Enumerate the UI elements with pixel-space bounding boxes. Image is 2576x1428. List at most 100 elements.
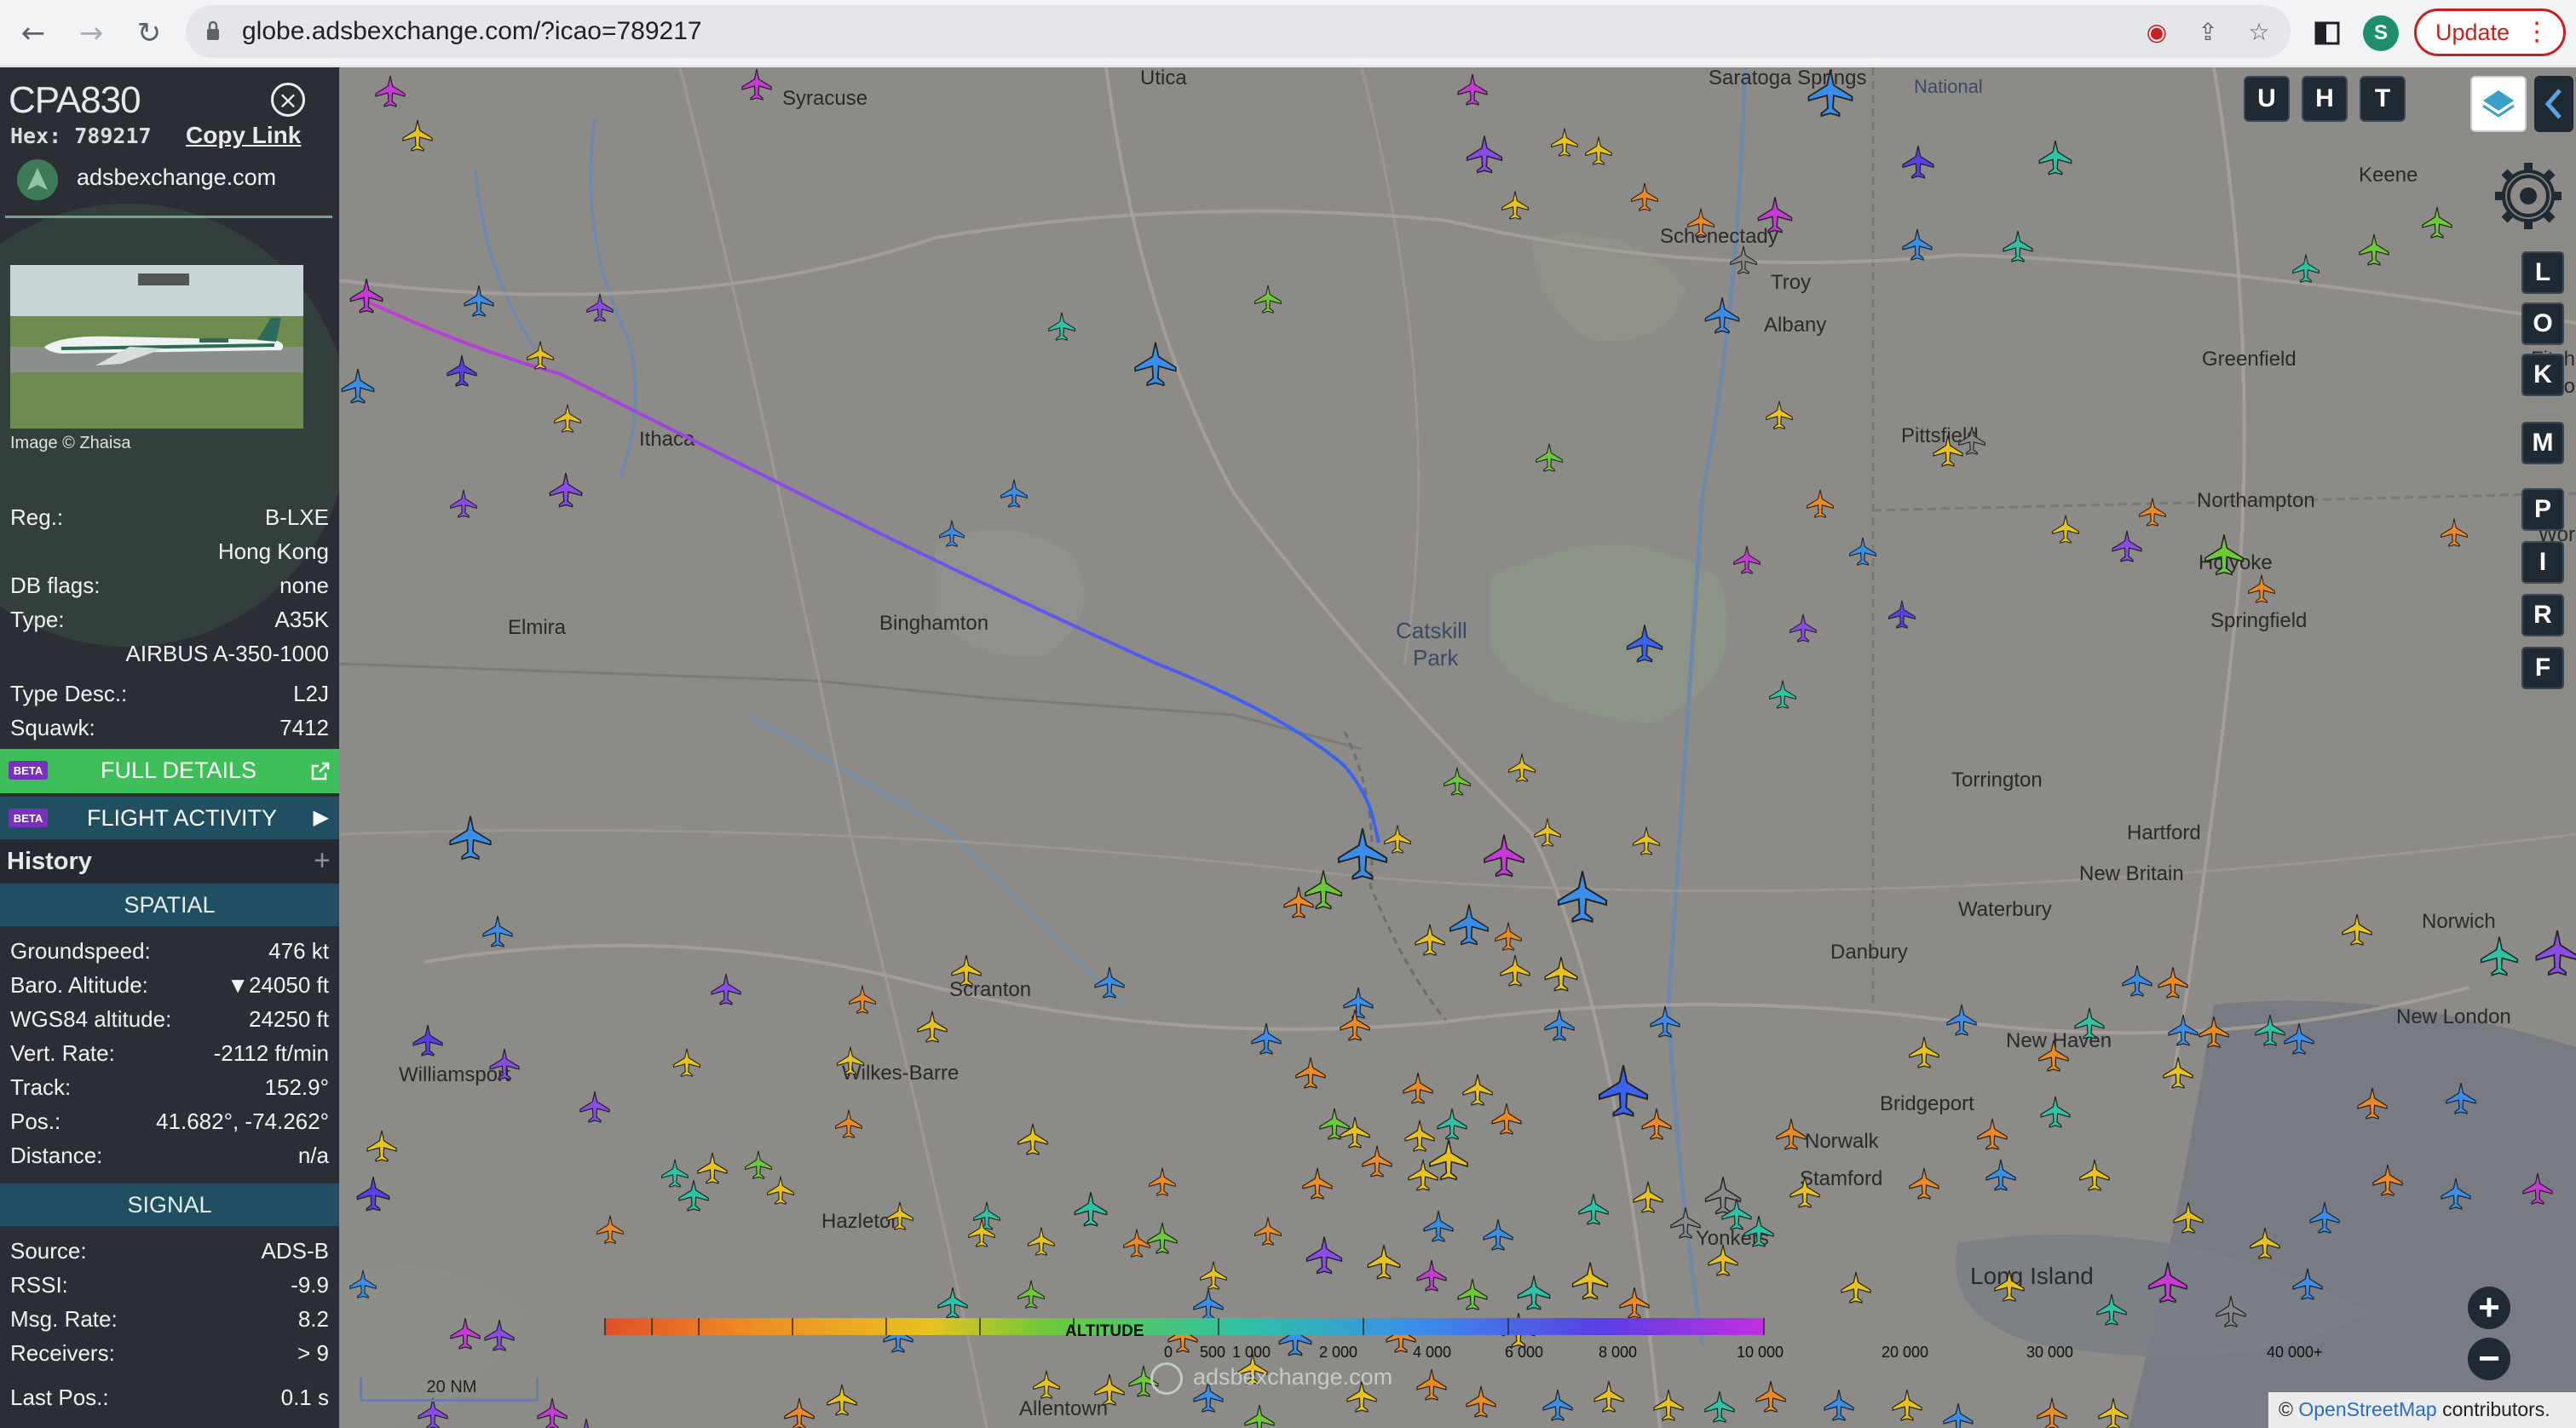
rssi-row: RSSI: -9.9 xyxy=(10,1272,329,1301)
place-label: Bridgeport xyxy=(1880,1092,1974,1115)
altitude-tick: 500 xyxy=(1200,1344,1226,1361)
toggle-u-button[interactable]: U xyxy=(2244,76,2290,122)
zoom-in-button[interactable]: + xyxy=(2468,1287,2510,1329)
profile-avatar[interactable]: S xyxy=(2363,15,2399,51)
place-label: Elmira xyxy=(508,616,567,639)
groundspeed-row: Groundspeed: 476 kt xyxy=(10,938,329,967)
squawk-row: Squawk: 7412 xyxy=(10,715,329,744)
aircraft-info-panel: CPA830 × Hex: 789217 Copy Link adsbexcha… xyxy=(0,67,339,1428)
altitude-tick: 30 000 xyxy=(2026,1344,2074,1361)
altitude-tick: 4 000 xyxy=(1413,1344,1452,1361)
place-label: Greenfield xyxy=(2202,348,2297,371)
wgs84-altitude-value: 24250 ft xyxy=(249,1006,329,1032)
address-bar[interactable]: globe.adsbexchange.com/?icao=789217 ◉ ⇪ … xyxy=(186,5,2291,58)
url-text[interactable]: globe.adsbexchange.com/?icao=789217 xyxy=(242,17,702,46)
receivers-value: > 9 xyxy=(297,1340,329,1366)
close-icon[interactable]: × xyxy=(271,83,305,117)
sidebar-icon[interactable] xyxy=(2306,12,2348,55)
back-arrow-icon[interactable]: ← xyxy=(12,12,55,55)
layers-icon[interactable] xyxy=(2470,76,2527,132)
map-attribution: © OpenStreetMap contributors. xyxy=(2268,1392,2576,1428)
toggle-r-button[interactable]: R xyxy=(2521,594,2564,636)
place-label: Norwich xyxy=(2422,910,2496,933)
settings-gear-icon[interactable] xyxy=(2490,158,2567,234)
toggle-i-button[interactable]: I xyxy=(2521,541,2564,584)
beta-badge: BETA xyxy=(9,761,48,780)
place-label: Pittsfield xyxy=(1901,424,1979,447)
reg-row: Reg.: B-LXE xyxy=(10,504,329,533)
altitude-tick: 2 000 xyxy=(1319,1344,1358,1361)
source-label: Source: xyxy=(10,1238,87,1264)
reg-label: Reg.: xyxy=(10,504,64,530)
vert-rate-row: Vert. Rate: -2112 ft/min xyxy=(10,1040,329,1069)
baro-altitude-row: Baro. Altitude: ▼24050 ft xyxy=(10,972,329,1001)
share-icon[interactable]: ⇪ xyxy=(2192,15,2224,48)
place-label: Allentown xyxy=(1019,1397,1108,1420)
wgs84-altitude-label: WGS84 altitude: xyxy=(10,1006,172,1032)
place-label: Albany xyxy=(1764,314,1826,337)
place-label: Catskill xyxy=(1396,618,1467,643)
place-label: Northampton xyxy=(2197,489,2315,512)
signal-header[interactable]: SIGNAL xyxy=(0,1183,339,1226)
toggle-t-button[interactable]: T xyxy=(2360,76,2406,122)
place-label: Scranton xyxy=(949,978,1031,1001)
site-name[interactable]: adsbexchange.com xyxy=(77,164,276,191)
osm-link[interactable]: OpenStreetMap xyxy=(2298,1398,2436,1420)
altitude-tick: 8 000 xyxy=(1599,1344,1638,1361)
zoom-out-button[interactable]: − xyxy=(2468,1338,2510,1380)
toggle-m-button[interactable]: M xyxy=(2521,422,2564,464)
photo-credit: Image © Zhaisa xyxy=(10,434,131,452)
spatial-header[interactable]: SPATIAL xyxy=(0,884,339,926)
squawk-label: Squawk: xyxy=(10,715,95,740)
place-label: Syracuse xyxy=(782,87,867,110)
update-button[interactable]: Update ⋮ xyxy=(2414,9,2566,56)
position-value: 41.682°, -74.262° xyxy=(156,1108,329,1134)
typedesc-label: Type Desc.: xyxy=(10,681,128,706)
history-expand-icon[interactable]: + xyxy=(314,844,331,878)
attribution-prefix: © xyxy=(2279,1398,2293,1420)
update-label: Update xyxy=(2435,19,2510,45)
typedesc-row: Type Desc.: L2J xyxy=(10,681,329,710)
place-label: Long Island xyxy=(1970,1263,2094,1289)
blocked-cookie-icon[interactable]: ◉ xyxy=(2141,15,2173,48)
full-details-button[interactable]: BETA FULL DETAILS xyxy=(0,749,339,793)
copy-link[interactable]: Copy Link xyxy=(186,122,301,149)
star-icon[interactable]: ☆ xyxy=(2243,15,2275,48)
distance-value: n/a xyxy=(297,1143,329,1168)
history-header[interactable]: History + xyxy=(0,839,339,884)
toggle-f-button[interactable]: F xyxy=(2521,647,2564,689)
position-label: Pos.: xyxy=(10,1108,61,1134)
place-label: Park xyxy=(1413,645,1459,671)
toggle-l-button[interactable]: L xyxy=(2521,251,2564,294)
toggle-o-button[interactable]: O xyxy=(2521,302,2564,345)
collapse-panel-icon[interactable] xyxy=(2534,76,2573,132)
map-view[interactable]: Syracuse Utica Saratoga Springs Schenect… xyxy=(339,67,2576,1428)
adsbexchange-logo-icon xyxy=(17,159,58,200)
forward-arrow-icon[interactable]: → xyxy=(70,12,112,55)
altitude-color-scale xyxy=(605,1318,1764,1335)
aircraft-photo[interactable] xyxy=(10,265,303,429)
baro-altitude-value: ▼24050 ft xyxy=(227,972,329,998)
flight-activity-button[interactable]: BETA FLIGHT ACTIVITY ▶ xyxy=(0,797,339,839)
toggle-h-button[interactable]: H xyxy=(2302,76,2348,122)
place-label: Springfield xyxy=(2210,609,2307,632)
dbflags-value: none xyxy=(279,573,329,598)
groundspeed-label: Groundspeed: xyxy=(10,938,151,964)
attribution-suffix: contributors. xyxy=(2442,1398,2550,1420)
altitude-tick: 6 000 xyxy=(1505,1344,1544,1361)
track-value: 152.9° xyxy=(264,1074,329,1100)
reload-icon[interactable]: ↻ xyxy=(128,12,170,55)
toggle-k-button[interactable]: K xyxy=(2521,354,2564,396)
source-row: Source: ADS-B xyxy=(10,1238,329,1267)
distance-label: Distance: xyxy=(10,1143,103,1168)
toggle-p-button[interactable]: P xyxy=(2521,488,2564,531)
squawk-value: 7412 xyxy=(279,715,329,740)
hex-code: Hex: 789217 xyxy=(10,124,152,148)
place-label: Troy xyxy=(1771,271,1811,294)
history-title: History xyxy=(7,848,92,875)
browser-toolbar: ← → ↻ globe.adsbexchange.com/?icao=78921… xyxy=(0,0,2576,66)
receivers-row: Receivers: > 9 xyxy=(10,1340,329,1369)
expand-arrow-icon: ▶ xyxy=(313,806,329,829)
map-canvas[interactable]: Syracuse Utica Saratoga Springs Schenect… xyxy=(339,67,2576,1428)
callsign: CPA830 xyxy=(9,79,141,121)
